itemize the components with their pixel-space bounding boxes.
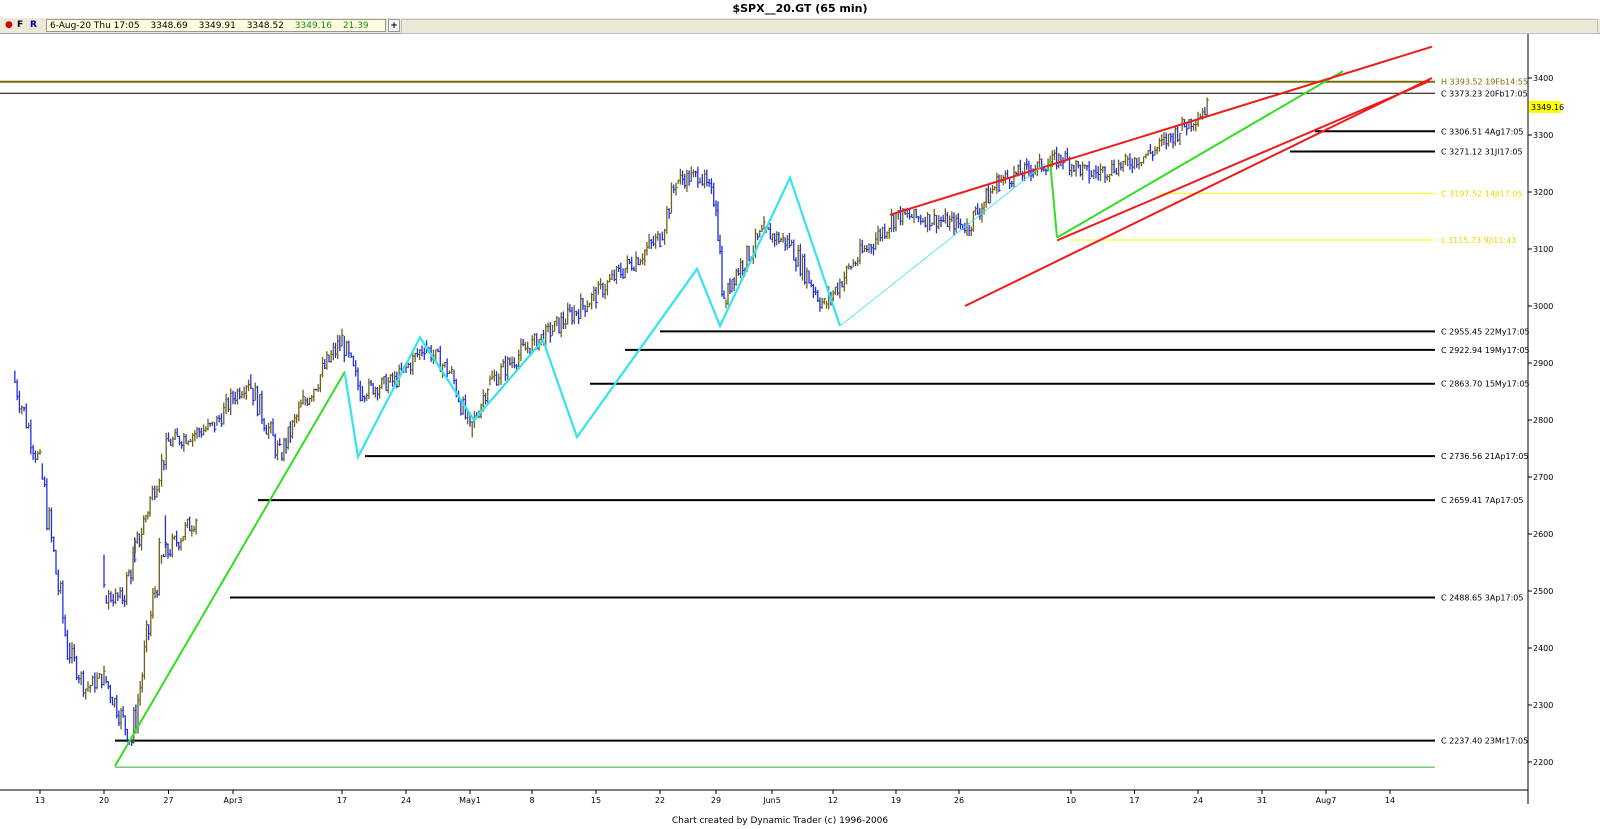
- price-level-label: C 3373.23 20Fb17:05: [1441, 89, 1528, 98]
- y-tick-label: 3200: [1533, 188, 1553, 197]
- price-chart[interactable]: 2200 2300 2400 2500 2600 2700 2800 2900 3000 3100…: [0, 34, 1600, 816]
- y-tick-label: 2500: [1533, 587, 1553, 596]
- y-tick-label: 2600: [1533, 530, 1553, 539]
- price-level-label: C 2955.45 22My17:05: [1441, 327, 1530, 336]
- add-button[interactable]: +: [388, 19, 400, 32]
- price-level-label: C 2736.56 21Ap17:05: [1441, 452, 1529, 461]
- x-tick-label: Jun5: [762, 796, 781, 805]
- price-level-label: C 2659.41 7Ap17:05: [1441, 496, 1523, 505]
- price-level-label: C 2488.65 3Ap17:05: [1441, 593, 1523, 602]
- quote-high: 3349.91: [198, 21, 236, 31]
- y-tick-label: 2300: [1533, 701, 1553, 710]
- quote-close: 3349.16: [294, 21, 332, 31]
- x-tick-label: 31: [1257, 796, 1267, 805]
- chart-footer: Chart created by Dynamic Trader (c) 1996…: [671, 816, 889, 826]
- y-tick-label: 2900: [1533, 359, 1553, 368]
- x-tick-label: 10: [1066, 796, 1076, 805]
- x-tick-label: 29: [711, 796, 721, 805]
- chart-title: $SPX__20.GT (65 min): [0, 0, 1600, 19]
- x-tick-label: 15: [591, 796, 601, 805]
- y-tick-label: 3000: [1533, 302, 1553, 311]
- x-tick-label: 26: [954, 796, 964, 805]
- price-level-label: C 3197.52 14Jl17:05: [1441, 189, 1523, 198]
- x-tick-label: 22: [655, 796, 665, 805]
- price-level-label: C 2922.94 19My17:05: [1441, 346, 1530, 355]
- quote-open: 3348.69: [150, 21, 188, 31]
- r-button[interactable]: R: [30, 19, 37, 32]
- x-tick-label: 19: [891, 796, 901, 805]
- x-tick-label: 17: [1129, 796, 1139, 805]
- y-tick-label: 3100: [1533, 245, 1553, 254]
- y-tick-label: 2700: [1533, 473, 1553, 482]
- last-price-label: 3349.16: [1531, 103, 1564, 112]
- x-tick-label: Apr3: [224, 796, 243, 805]
- x-tick-label: Aug7: [1316, 796, 1337, 805]
- price-level-label: C 2237.40 23Mr17:05: [1441, 737, 1528, 746]
- price-level-label: C 3271.12 31Jl17:05: [1441, 147, 1523, 156]
- x-tick-label: 13: [35, 796, 45, 805]
- y-tick-label: 2400: [1533, 644, 1553, 653]
- x-tick-label: 17: [337, 796, 347, 805]
- toolbar: ● F R 6-Aug-20 Thu 17:05 3348.69 3349.91…: [0, 18, 1600, 34]
- x-tick-label: 14: [1385, 796, 1395, 805]
- y-tick-label: 2200: [1533, 758, 1553, 767]
- x-tick-label: 24: [401, 796, 411, 805]
- y-tick-label: 3400: [1533, 74, 1553, 83]
- f-button[interactable]: F: [17, 19, 23, 32]
- price-level-label: H 3393.52 19Fb14:55: [1441, 78, 1528, 87]
- red-dot-icon[interactable]: ●: [5, 19, 13, 32]
- x-tick-label: 12: [828, 796, 838, 805]
- quote-info-bar: 6-Aug-20 Thu 17:05 3348.69 3349.91 3348.…: [46, 19, 386, 32]
- x-tick-label: 8: [529, 796, 534, 805]
- price-level-label: C 2863.70 15My17:05: [1441, 380, 1530, 389]
- x-tick-label: May1: [459, 796, 481, 805]
- x-tick-label: 24: [1193, 796, 1203, 805]
- x-tick-label: 20: [99, 796, 109, 805]
- x-tick-label: 27: [163, 796, 173, 805]
- price-level-label: C 3306.51 4Ag17:05: [1441, 127, 1523, 136]
- price-level-label: L 3115.73 9Jl11:43: [1441, 236, 1516, 245]
- toolbar-empty-area: [401, 19, 1598, 34]
- quote-low: 3348.52: [246, 21, 284, 31]
- y-tick-label: 2800: [1533, 416, 1553, 425]
- quote-date-time: 6-Aug-20 Thu 17:05: [50, 21, 140, 31]
- quote-change: 21.39: [342, 21, 369, 31]
- y-tick-label: 3300: [1533, 131, 1553, 140]
